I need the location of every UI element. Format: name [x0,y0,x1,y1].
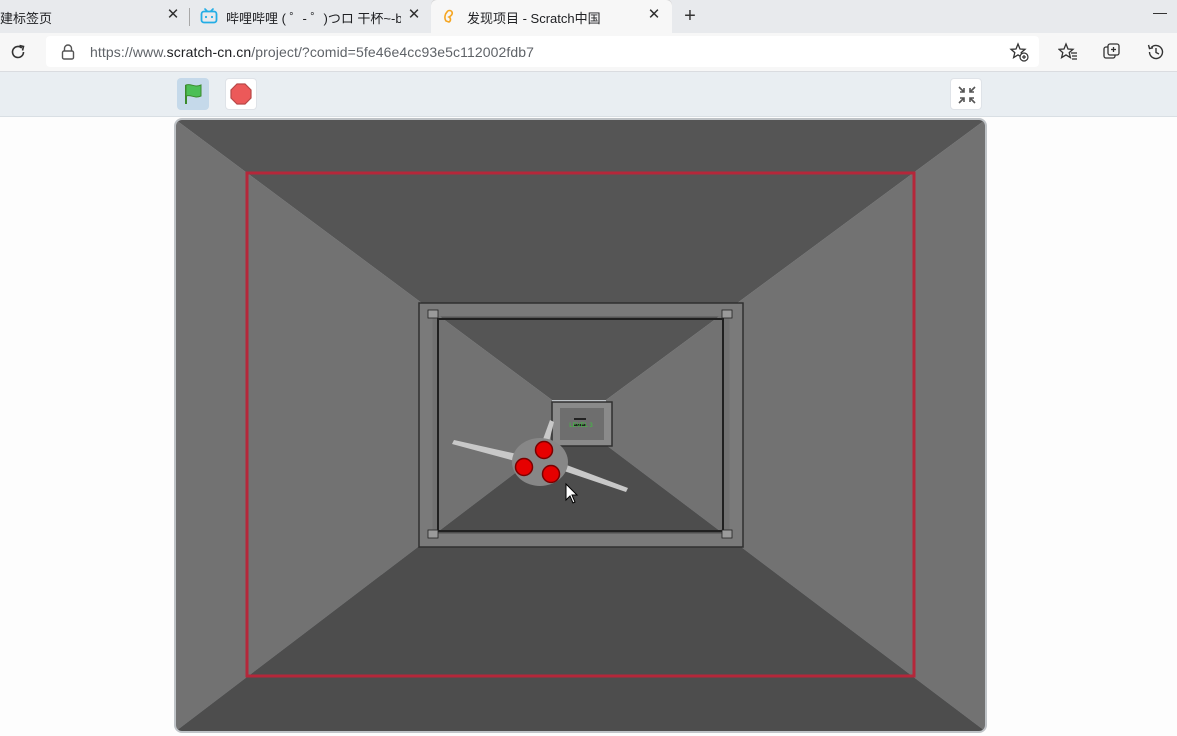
history-icon[interactable] [1146,42,1166,62]
favorites-icon[interactable] [1058,42,1078,62]
address-bar[interactable]: https://www.scratch-cn.cn/project/?comid… [46,36,1039,67]
engine-light-top [534,440,554,460]
close-tab-icon[interactable]: ✕ [647,7,661,22]
collections-icon[interactable] [1102,42,1122,62]
green-flag-button[interactable] [177,78,209,110]
level-bars-icon [574,418,586,420]
tab-title: 哔哩哔哩 ( ゜- ゜)つロ 干杯~-bilibili [226,11,401,26]
new-tab-icon[interactable]: + [680,6,700,26]
level-indicator: LEVEL 3 [569,423,593,429]
lock-icon[interactable] [61,44,75,60]
bilibili-tv-icon [200,8,218,24]
stop-sign-icon [230,83,252,105]
close-tab-icon[interactable]: ✕ [166,7,180,22]
add-favorite-icon[interactable] [1009,42,1029,62]
green-flag-icon [185,84,202,104]
tab-scratch[interactable]: 发现项目 - Scratch中国 ✕ [431,0,672,33]
tab-title: 发现项目 - Scratch中国 [467,11,601,26]
engine-light-right [541,464,561,484]
tab-bilibili[interactable]: 哔哩哔哩 ( ゜- ゜)つロ 干杯~-bilibili ✕ [190,0,430,33]
engine-light-left [514,457,534,477]
minimize-icon[interactable] [1153,13,1167,14]
tunnel-scene: LEVEL 3 [176,120,985,731]
stop-button[interactable] [225,78,257,110]
url-host: scratch-cn.cn [166,44,252,60]
url-text: https://www.scratch-cn.cn/project/?comid… [90,44,534,60]
scratch-cat-icon [444,9,454,23]
url-path: /project/?comid=5fe46e4cc93e5c112002fdb7 [251,44,535,60]
stage-frame: LEVEL 3 [174,118,987,733]
exit-fullscreen-icon [958,86,976,104]
scratch-player-controls [0,72,1177,117]
game-stage[interactable]: LEVEL 3 [176,120,985,731]
tab-new-tab[interactable]: 建标签页 ✕ [0,0,188,33]
tab-strip: 建标签页 ✕ 哔哩哔哩 ( ゜- ゜)つロ 干杯~-bilibili ✕ 发现项… [0,0,1177,33]
exit-fullscreen-button[interactable] [950,78,982,110]
tab-title: 建标签页 [0,11,53,26]
refresh-icon[interactable] [8,42,28,62]
close-tab-icon[interactable]: ✕ [407,7,421,22]
url-prefix: https://www. [90,44,167,60]
browser-toolbar: https://www.scratch-cn.cn/project/?comid… [0,33,1177,72]
